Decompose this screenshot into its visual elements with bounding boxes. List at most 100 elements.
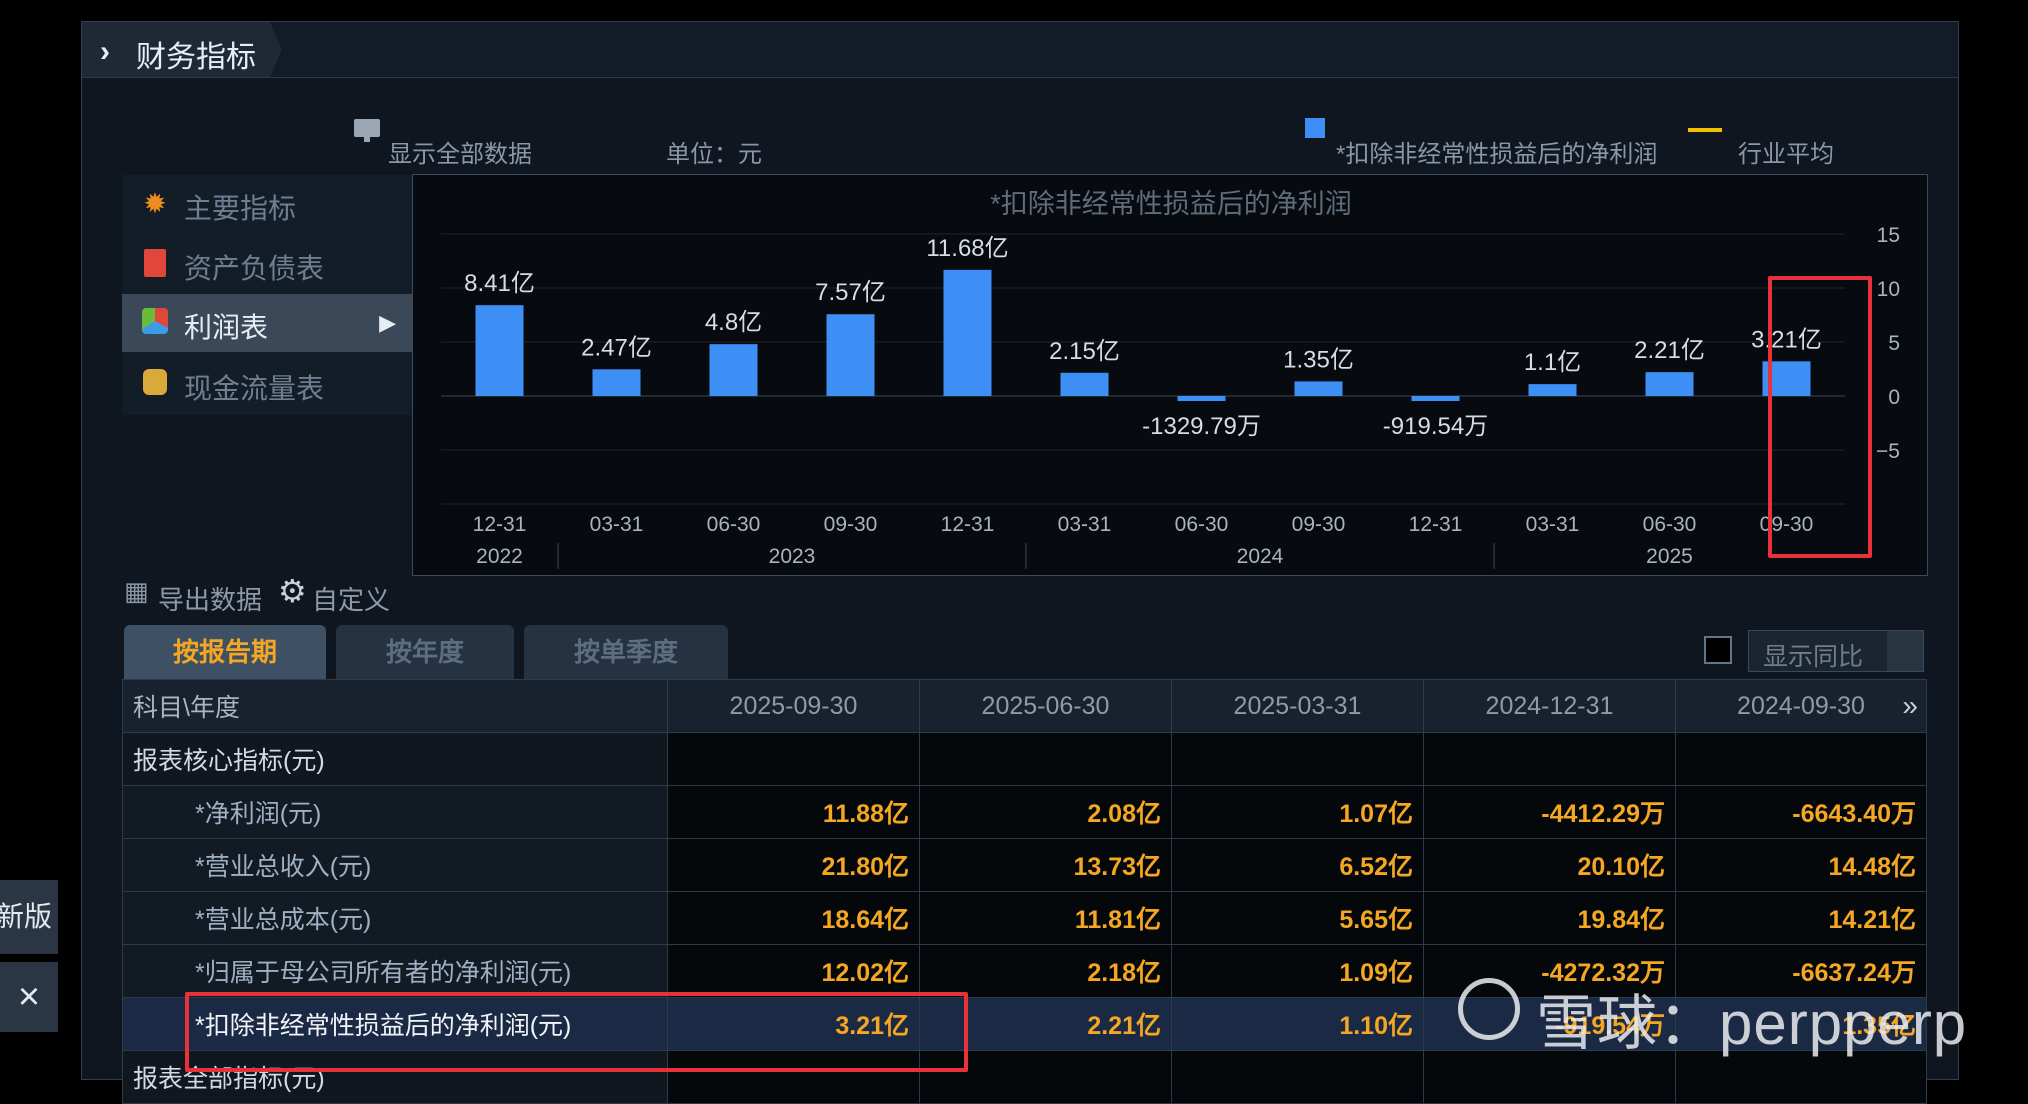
bar-data-label: 8.41亿: [464, 270, 535, 297]
nav-item-income-statement[interactable]: 利润表 ▶: [122, 294, 412, 352]
bar: [475, 305, 524, 396]
row-value: -6643.40万: [1675, 785, 1927, 839]
chart-title: *扣除非经常性损益后的净利润: [990, 189, 1352, 219]
coins-icon: [140, 369, 170, 399]
nav-item-label: 资产负债表: [184, 253, 325, 284]
star-icon: ✹: [143, 188, 167, 219]
bar: [1411, 396, 1460, 401]
gear-icon[interactable]: ⚙: [278, 572, 307, 610]
legend-avg-swatch: [1688, 128, 1722, 132]
column-date[interactable]: 2024-12-31: [1423, 679, 1676, 733]
row-value: 19.84亿: [1423, 891, 1676, 945]
bar-data-label: 2.47亿: [581, 334, 652, 361]
legend-avg-label[interactable]: 行业平均: [1738, 134, 1834, 169]
bar-chart-svg: *扣除非经常性损益后的净利润 15 10 5 0 −5 8.41亿 12-31 2.47亿 03-…: [441, 189, 1900, 569]
monitor-icon[interactable]: [354, 119, 380, 142]
y-tick-label: 15: [1877, 224, 1900, 247]
bar: [1060, 372, 1109, 396]
x-tick-label: 09-30: [824, 513, 878, 536]
show-all-data-link[interactable]: 显示全部数据: [388, 134, 532, 169]
x-tick-label: 12-31: [1409, 513, 1463, 536]
year-label: 2024: [1237, 545, 1284, 568]
column-date[interactable]: 2025-06-30: [919, 679, 1172, 733]
column-date[interactable]: 2025-03-31: [1171, 679, 1424, 733]
bar: [1645, 372, 1694, 396]
row-name: *营业总收入(元): [122, 838, 668, 892]
table-row[interactable]: *营业总成本(元) 18.64亿 11.81亿 5.65亿 19.84亿 14.…: [122, 891, 1927, 945]
panel-title: 财务指标: [136, 41, 256, 74]
nav-item-label: 主要指标: [184, 193, 297, 224]
year-label: 2025: [1646, 545, 1693, 568]
nav-item-balance-sheet[interactable]: 资产负债表: [122, 235, 412, 293]
row-value: 2.18亿: [919, 944, 1172, 998]
nav-item-label: 现金流量表: [184, 373, 325, 404]
tab-by-report-period[interactable]: 按报告期: [124, 625, 326, 679]
y-tick-label: 10: [1877, 278, 1900, 301]
bar-data-label: 1.1亿: [1524, 349, 1581, 376]
bar: [943, 269, 992, 396]
export-icon[interactable]: ▦: [124, 576, 149, 607]
bar-data-label: 2.15亿: [1049, 338, 1120, 365]
x-tick-label: 12-31: [941, 513, 995, 536]
panel-titlebar: › 财务指标: [82, 22, 1958, 78]
watermark-logo: [1458, 978, 1520, 1040]
x-tick-label: 03-31: [1526, 513, 1580, 536]
bar: [1177, 396, 1226, 401]
nav-item-cash-flow[interactable]: 现金流量表: [122, 355, 412, 413]
x-tick-label: 06-30: [1175, 513, 1229, 536]
statement-nav: ✹ 主要指标 资产负债表 利润表 ▶ 现金流量表: [122, 175, 412, 415]
x-tick-label: 03-31: [1058, 513, 1112, 536]
row-value: 13.73亿: [919, 838, 1172, 892]
table-header-row: 科目\年度 2025-09-30 2025-06-30 2025-03-31 2…: [122, 679, 1927, 733]
table-row[interactable]: *营业总收入(元) 21.80亿 13.73亿 6.52亿 20.10亿 14.…: [122, 838, 1927, 892]
row-value: 12.02亿: [667, 944, 920, 998]
bar: [1528, 384, 1577, 396]
bar-chart: *扣除非经常性损益后的净利润 15 10 5 0 −5 8.41亿 12-31 2.47亿 03-…: [412, 174, 1928, 576]
row-value: -4412.29万: [1423, 785, 1676, 839]
customize-button[interactable]: 自定义: [312, 580, 390, 617]
close-icon[interactable]: ×: [0, 962, 58, 1032]
new-version-button[interactable]: 新版: [0, 880, 58, 954]
highlight-box-latest: [1768, 276, 1872, 558]
column-date: 2024-09-30: [1737, 691, 1865, 720]
nav-item-label: 利润表: [184, 312, 269, 343]
export-data-button[interactable]: 导出数据: [158, 580, 262, 617]
x-tick-label: 06-30: [1643, 513, 1697, 536]
x-tick-label: 06-30: [707, 513, 761, 536]
nav-item-main-indicators[interactable]: ✹ 主要指标: [122, 175, 412, 233]
row-value: 11.88亿: [667, 785, 920, 839]
column-date-last[interactable]: 2024-09-30 »: [1675, 679, 1927, 733]
row-value: 1.09亿: [1171, 944, 1424, 998]
chevron-right-icon: ›: [100, 35, 110, 68]
bar: [826, 314, 875, 396]
double-chevron-right-icon[interactable]: »: [1902, 690, 1918, 722]
new-version-label: 新版: [0, 901, 53, 932]
bar-data-label: 7.57亿: [815, 279, 886, 306]
chevron-down-icon[interactable]: [1887, 631, 1923, 671]
row-value: 2.08亿: [919, 785, 1172, 839]
row-value: 14.48亿: [1675, 838, 1927, 892]
bar-data-label: -1329.79万: [1142, 413, 1261, 440]
compare-checkbox[interactable]: [1704, 636, 1732, 664]
bar: [1294, 381, 1343, 396]
caret-right-icon: ▶: [379, 310, 396, 335]
row-value: 11.81亿: [919, 891, 1172, 945]
row-name: *净利润(元): [122, 785, 668, 839]
bar: [709, 344, 758, 396]
compare-select-label: 显示同比: [1763, 643, 1864, 671]
x-tick-label: 12-31: [473, 513, 527, 536]
column-date[interactable]: 2025-09-30: [667, 679, 920, 733]
row-value: 1.07亿: [1171, 785, 1424, 839]
section-row: 报表核心指标(元): [122, 732, 1927, 786]
row-value: 6.52亿: [1171, 838, 1424, 892]
x-tick-label: 09-30: [1292, 513, 1346, 536]
row-value: 1.10亿: [1171, 997, 1424, 1051]
tab-by-quarter[interactable]: 按单季度: [524, 625, 728, 679]
table-row[interactable]: *净利润(元) 11.88亿 2.08亿 1.07亿 -4412.29万 -66…: [122, 785, 1927, 839]
bar-data-label: 2.21亿: [1634, 337, 1705, 364]
compare-select[interactable]: 显示同比: [1748, 630, 1924, 672]
legend-series-label[interactable]: *扣除非经常性损益后的净利润: [1336, 134, 1657, 169]
row-name: *营业总成本(元): [122, 891, 668, 945]
tab-by-year[interactable]: 按年度: [336, 625, 514, 679]
section-title: 报表核心指标(元): [122, 732, 668, 786]
